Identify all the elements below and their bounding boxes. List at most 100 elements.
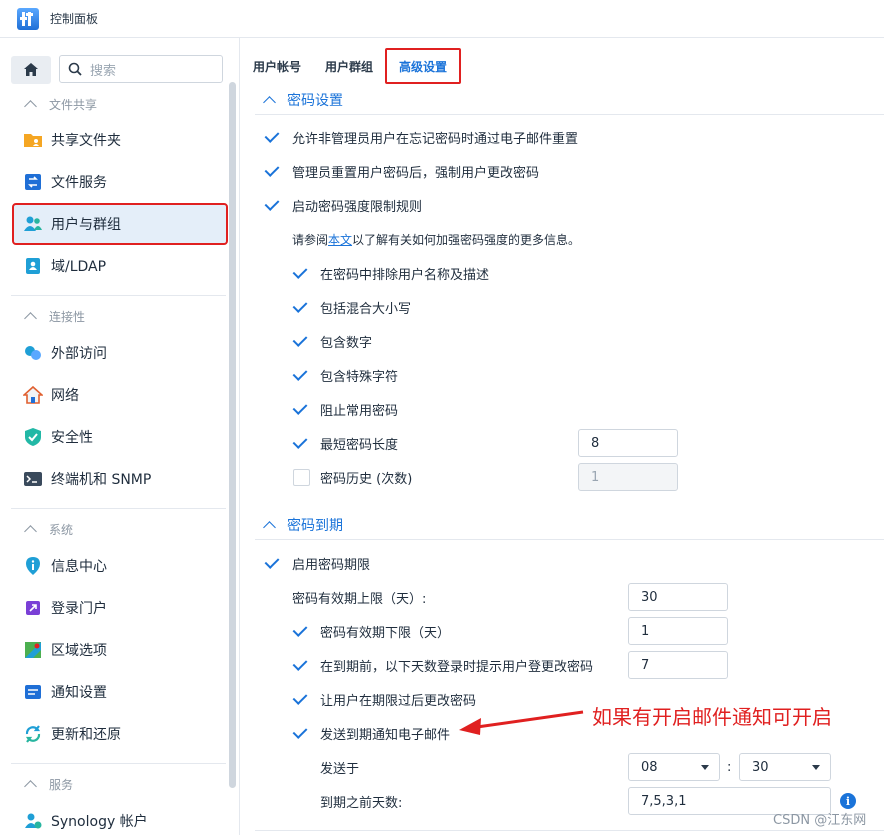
prompt-days-input[interactable]: 7 [628, 651, 728, 679]
max-age-input[interactable]: 30 [628, 583, 728, 611]
sidebar-item-domain-ldap[interactable]: 域/LDAP [13, 246, 227, 286]
divider [255, 114, 884, 115]
send-minute-select[interactable]: 30 [739, 753, 831, 781]
checkbox-mixed-case[interactable]: 包括混合大小写 [293, 296, 411, 318]
checkbox-block-common[interactable]: 阻止常用密码 [293, 398, 398, 420]
checkbox-checked-icon[interactable] [293, 657, 310, 674]
sidebar-item-label: 通知设置 [51, 685, 107, 701]
checkbox-numbers[interactable]: 包含数字 [293, 330, 372, 352]
sidebar-item-file-services[interactable]: 文件服务 [13, 162, 227, 202]
checkbox-password-history[interactable]: 密码历史 (次数) [293, 466, 412, 488]
checkbox-label: 包含数字 [320, 335, 373, 351]
sidebar-item-label: 文件服务 [51, 175, 107, 191]
sidebar-item-external-access[interactable]: 外部访问 [13, 333, 227, 373]
checkbox-min-length[interactable]: 最短密码长度 [293, 432, 398, 454]
checkbox-exclude-username[interactable]: 在密码中排除用户名称及描述 [293, 262, 489, 284]
checkbox-checked-icon[interactable] [293, 299, 310, 316]
chevron-up-icon [24, 312, 37, 325]
checkbox-checked-icon[interactable] [293, 725, 310, 742]
checkbox-allow-after-expiry[interactable]: 让用户在期限过后更改密码 [293, 688, 476, 710]
hint-text: 以了解有关如何加强密码强度的更多信息。 [352, 232, 581, 247]
sidebar: 搜索 文件共享 共享文件夹 文件服务 用户与群组 域/LDAP 连接性 外部访问… [0, 38, 240, 835]
checkbox-checked-icon[interactable] [265, 555, 282, 572]
group-password-expiry[interactable]: 密码到期 [263, 514, 343, 536]
checkbox-send-email[interactable]: 发送到期通知电子邮件 [293, 722, 450, 744]
sidebar-item-terminal-snmp[interactable]: 终端机和 SNMP [13, 459, 227, 499]
section-connectivity[interactable]: 连接性 [24, 306, 85, 326]
section-file-sharing[interactable]: 文件共享 [24, 94, 97, 114]
chevron-up-icon [263, 521, 276, 534]
checkbox-prompt-days[interactable]: 在到期前，以下天数登录时提示用户登更改密码 [293, 654, 593, 676]
checkbox-checked-icon[interactable] [293, 333, 310, 350]
checkbox-enable-expiry[interactable]: 启用密码期限 [265, 552, 370, 574]
sidebar-item-label: 区域选项 [51, 643, 107, 659]
sidebar-item-users-groups[interactable]: 用户与群组 [12, 203, 228, 245]
checkbox-checked-icon[interactable] [293, 623, 310, 640]
section-system[interactable]: 系统 [24, 519, 73, 539]
search-placeholder: 搜索 [90, 63, 117, 79]
min-age-input[interactable]: 1 [628, 617, 728, 645]
sidebar-item-shared-folder[interactable]: 共享文件夹 [13, 120, 227, 160]
checkbox-unchecked-icon[interactable] [293, 468, 310, 486]
divider [11, 763, 226, 764]
divider [11, 508, 226, 509]
sidebar-item-label: 更新和还原 [51, 727, 121, 743]
checkbox-label: 包含特殊字符 [320, 369, 399, 385]
search-input[interactable]: 搜索 [59, 55, 223, 83]
shield-icon [25, 428, 41, 446]
sidebar-item-security[interactable]: 安全性 [13, 417, 227, 457]
checkbox-checked-icon[interactable] [293, 691, 310, 708]
checkbox-special-chars[interactable]: 包含特殊字符 [293, 364, 398, 386]
home-button[interactable] [11, 56, 51, 84]
login-portal-icon [26, 601, 40, 615]
checkbox-checked-icon[interactable] [265, 197, 282, 214]
checkbox-checked-icon[interactable] [265, 163, 282, 180]
info-icon[interactable]: i [840, 793, 856, 809]
shared-folder-icon [24, 134, 42, 147]
checkbox-checked-icon[interactable] [265, 129, 282, 146]
checkbox-min-age[interactable]: 密码有效期下限（天） [293, 620, 450, 642]
group-title: 密码设置 [287, 93, 343, 109]
checkbox-checked-icon[interactable] [293, 401, 310, 418]
account-icon [25, 813, 42, 829]
divider [255, 539, 884, 540]
checkbox-label: 阻止常用密码 [320, 403, 399, 419]
sidebar-item-synology-account[interactable]: Synology 帐户 [13, 801, 227, 835]
tab-user-groups[interactable]: 用户群组 [313, 48, 385, 84]
checkbox-force-change[interactable]: 管理员重置用户密码后，强制用户更改密码 [265, 160, 539, 182]
sidebar-item-info-center[interactable]: 信息中心 [13, 546, 227, 586]
chevron-up-icon [24, 525, 37, 538]
tab-advanced-settings[interactable]: 高级设置 [385, 48, 462, 84]
checkbox-checked-icon[interactable] [293, 265, 310, 282]
sidebar-item-login-portal[interactable]: 登录门户 [13, 588, 227, 628]
external-access-icon [25, 346, 41, 360]
update-icon [25, 725, 41, 743]
password-history-input[interactable]: 1 [578, 463, 678, 491]
tab-user-accounts[interactable]: 用户帐号 [241, 48, 313, 84]
sidebar-item-network[interactable]: 网络 [13, 375, 227, 415]
checkbox-allow-reset[interactable]: 允许非管理员用户在忘记密码时通过电子邮件重置 [265, 126, 578, 148]
watermark: CSDN @江东网 [773, 813, 867, 828]
article-link[interactable]: 本文 [328, 231, 352, 248]
group-password-settings[interactable]: 密码设置 [263, 89, 343, 111]
checkbox-label: 最短密码长度 [320, 437, 399, 453]
checkbox-label: 允许非管理员用户在忘记密码时通过电子邮件重置 [292, 131, 579, 147]
section-services[interactable]: 服务 [24, 774, 73, 794]
checkbox-strength-rules[interactable]: 启动密码强度限制规则 [265, 194, 422, 216]
sidebar-item-update-restore[interactable]: 更新和还原 [13, 714, 227, 754]
network-house-icon [23, 385, 43, 404]
checkbox-label: 发送到期通知电子邮件 [320, 727, 451, 743]
sidebar-scrollbar[interactable] [229, 82, 236, 788]
select-value: 30 [752, 759, 769, 775]
checkbox-checked-icon[interactable] [293, 367, 310, 384]
min-length-input[interactable]: 8 [578, 429, 678, 457]
sidebar-item-notification[interactable]: 通知设置 [13, 672, 227, 712]
strength-hint: 请参阅 本文 以了解有关如何加强密码强度的更多信息。 [292, 228, 580, 250]
file-services-icon [25, 174, 41, 190]
send-hour-select[interactable]: 08 [628, 753, 720, 781]
sidebar-item-label: 终端机和 SNMP [51, 472, 152, 488]
chevron-up-icon [24, 100, 37, 113]
checkbox-checked-icon[interactable] [293, 435, 310, 452]
max-age-label: 密码有效期上限（天）: [292, 591, 427, 607]
sidebar-item-regional-options[interactable]: 区域选项 [13, 630, 227, 670]
